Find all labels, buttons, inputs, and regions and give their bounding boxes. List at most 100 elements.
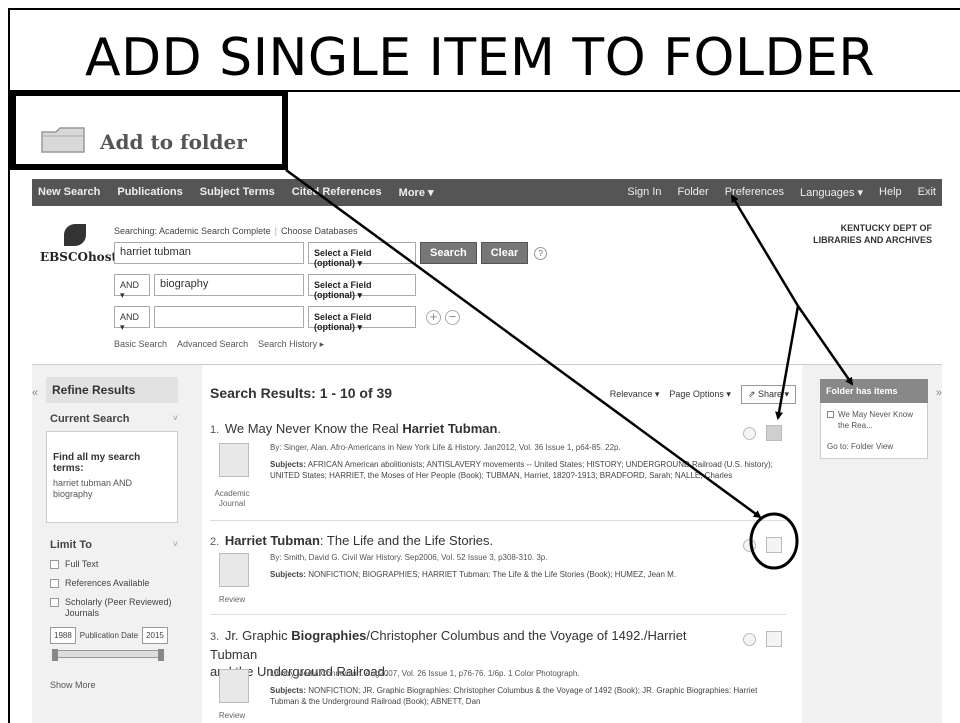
result-title[interactable]: 1. We May Never Know the Real Harriet Tu… bbox=[210, 421, 786, 436]
show-more-link[interactable]: Show More bbox=[46, 680, 178, 690]
result-byline: By: Smith, David G. Civil War History. S… bbox=[270, 553, 548, 562]
result-item: 1. We May Never Know the Real Harriet Tu… bbox=[210, 421, 786, 521]
search-button[interactable]: Search bbox=[420, 242, 477, 264]
sort-relevance-dropdown[interactable]: Relevance ▾ bbox=[610, 389, 660, 400]
field-select-3[interactable]: Select a Field (optional) ▾ bbox=[308, 306, 416, 332]
bool-select-2[interactable]: AND ▾ bbox=[114, 274, 150, 300]
share-button[interactable]: ⇗ Share ▾ bbox=[740, 385, 796, 404]
nav-cited-references[interactable]: Cited References bbox=[292, 186, 382, 199]
nav-preferences[interactable]: Preferences bbox=[725, 186, 784, 199]
current-search-header[interactable]: Current Search ˅ bbox=[46, 413, 178, 425]
nav-exit[interactable]: Exit bbox=[918, 186, 936, 199]
field-select-2[interactable]: Select a Field (optional) ▾ bbox=[308, 274, 416, 300]
add-row-icon[interactable]: + bbox=[426, 309, 441, 325]
title-part: Jr. Graphic bbox=[224, 628, 292, 643]
institution-name: KENTUCKY DEPT OF LIBRARIES AND ARCHIVES bbox=[792, 222, 932, 246]
main-area: « » Refine Results Current Search ˅ Find… bbox=[32, 364, 942, 723]
subjects-label: Subjects: bbox=[270, 570, 307, 579]
find-all-box: Find all my search terms: harriet tubman… bbox=[46, 431, 178, 523]
subjects-label: Subjects: bbox=[270, 686, 307, 695]
results-panel: Search Results: 1 - 10 of 39 Relevance ▾… bbox=[202, 365, 802, 723]
ebsco-logo[interactable]: EBSCOhost bbox=[40, 224, 120, 264]
field-select-1[interactable]: Select a Field (optional) ▾ bbox=[308, 242, 416, 268]
find-all-label: Find all my search terms: bbox=[53, 452, 141, 474]
refine-results-heading: Refine Results bbox=[46, 377, 178, 403]
slider-handle-right[interactable] bbox=[158, 649, 164, 661]
share-label: Share ▾ bbox=[757, 389, 789, 399]
nav-folder[interactable]: Folder bbox=[678, 186, 709, 199]
basic-search-link[interactable]: Basic Search bbox=[114, 339, 167, 350]
folder-item[interactable]: We May Never Know the Rea... bbox=[827, 409, 921, 431]
nav-publications[interactable]: Publications bbox=[117, 186, 182, 199]
title-rule bbox=[288, 90, 960, 92]
slider-handle-left[interactable] bbox=[52, 649, 58, 661]
date-to-input[interactable]: 2015 bbox=[142, 627, 168, 644]
limit-to-header[interactable]: Limit To ˅ bbox=[46, 539, 178, 551]
date-from-input[interactable]: 1988 bbox=[50, 627, 76, 644]
preview-icon[interactable] bbox=[743, 633, 756, 646]
review-icon bbox=[216, 669, 252, 709]
results-count: Search Results: 1 - 10 of 39 bbox=[210, 385, 393, 401]
result-actions bbox=[743, 537, 782, 553]
help-icon[interactable]: ? bbox=[534, 246, 548, 260]
checkbox-icon bbox=[50, 560, 59, 569]
folder-view-link[interactable]: Go to: Folder View bbox=[827, 441, 921, 452]
search-history-link[interactable]: Search History ▸ bbox=[258, 339, 324, 350]
searching-line: Searching: Academic Search Complete | Choo… bbox=[114, 226, 358, 236]
advanced-search-link[interactable]: Advanced Search bbox=[177, 339, 248, 350]
search-terms-line-1: harriet tubman AND bbox=[53, 478, 133, 488]
result-number: 1. bbox=[210, 424, 220, 436]
add-to-folder-icon[interactable] bbox=[766, 631, 782, 647]
add-to-folder-callout[interactable]: Add to folder bbox=[10, 90, 288, 170]
nav-help[interactable]: Help bbox=[879, 186, 902, 199]
result-actions bbox=[743, 631, 782, 647]
collapse-left-icon[interactable]: « bbox=[32, 387, 38, 399]
title-highlight: Biographies bbox=[291, 628, 367, 643]
search-input-2[interactable]: biography bbox=[154, 274, 304, 296]
title-highlight: Harriet Tubman bbox=[224, 533, 320, 548]
date-slider[interactable] bbox=[52, 649, 164, 661]
nav-new-search[interactable]: New Search bbox=[38, 186, 100, 199]
publication-type: Review bbox=[218, 711, 246, 720]
nav-languages[interactable]: Languages ▾ bbox=[800, 186, 863, 199]
top-navigation-bar: New Search Publications Subject Terms Ci… bbox=[32, 179, 942, 206]
limit-to-label: Limit To bbox=[50, 539, 92, 551]
nav-subject-terms[interactable]: Subject Terms bbox=[200, 186, 275, 199]
limit-checkboxes: Full Text References Available Scholarly… bbox=[46, 559, 178, 619]
current-search-label: Current Search bbox=[50, 413, 130, 425]
result-byline: Library Media Connection. Aug2007, Vol. … bbox=[270, 669, 580, 678]
result-actions bbox=[743, 425, 782, 441]
collapse-right-icon[interactable]: » bbox=[936, 387, 942, 399]
result-item: 3. Jr. Graphic Biographies/Christopher C… bbox=[210, 627, 786, 723]
preview-icon[interactable] bbox=[743, 539, 756, 552]
bool-select-3[interactable]: AND ▾ bbox=[114, 306, 150, 332]
scholarly-label: Scholarly (Peer Reviewed) Journals bbox=[65, 597, 172, 618]
page-options-dropdown[interactable]: Page Options ▾ bbox=[669, 389, 731, 400]
review-icon bbox=[216, 553, 252, 593]
add-to-folder-label: Add to folder bbox=[100, 130, 247, 154]
full-text-checkbox[interactable]: Full Text bbox=[50, 559, 178, 570]
scholarly-checkbox[interactable]: Scholarly (Peer Reviewed) Journals bbox=[50, 597, 178, 619]
publication-date-range: 1988 Publication Date 2015 bbox=[46, 627, 178, 644]
remove-row-icon[interactable]: − bbox=[445, 309, 460, 325]
clear-button[interactable]: Clear bbox=[480, 242, 529, 264]
title-part: We May Never Know the Real bbox=[224, 421, 403, 436]
institution-line-2: LIBRARIES AND ARCHIVES bbox=[813, 235, 932, 245]
logo-text: EBSCOhost bbox=[40, 250, 117, 264]
result-item: 2. Harriet Tubman: The Life and the Life… bbox=[210, 533, 786, 615]
preview-icon[interactable] bbox=[743, 427, 756, 440]
results-toolbar: Relevance ▾ Page Options ▾ ⇗ Share ▾ bbox=[610, 385, 796, 404]
result-title[interactable]: 2. Harriet Tubman: The Life and the Life… bbox=[210, 533, 786, 548]
remove-item-icon[interactable] bbox=[827, 411, 834, 418]
add-to-folder-icon[interactable] bbox=[766, 425, 782, 441]
choose-databases-link[interactable]: Choose Databases bbox=[281, 226, 358, 236]
nav-sign-in[interactable]: Sign In bbox=[627, 186, 661, 199]
references-available-checkbox[interactable]: References Available bbox=[50, 578, 178, 589]
full-text-label: Full Text bbox=[65, 559, 99, 569]
add-to-folder-icon[interactable] bbox=[766, 537, 782, 553]
subjects-text: NONFICTION; BIOGRAPHIES; HARRIET Tubman:… bbox=[308, 570, 677, 579]
nav-more[interactable]: More ▾ bbox=[399, 186, 434, 199]
search-input-1[interactable]: harriet tubman bbox=[114, 242, 304, 264]
search-input-3[interactable] bbox=[154, 306, 304, 328]
refine-sidebar: Refine Results Current Search ˅ Find all… bbox=[46, 377, 178, 690]
